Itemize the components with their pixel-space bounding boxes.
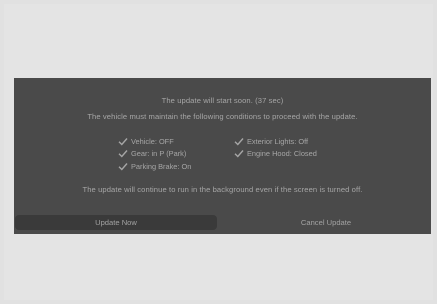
condition-engine-hood: Engine Hood: Closed xyxy=(234,149,317,158)
condition-label: Engine Hood: Closed xyxy=(247,149,317,158)
background-update-note: The update will continue to run in the b… xyxy=(82,185,363,194)
condition-vehicle: Vehicle: OFF xyxy=(118,137,174,146)
update-now-button[interactable]: Update Now xyxy=(15,215,217,230)
update-dialog: The update will start soon. (37 sec) The… xyxy=(14,78,431,234)
countdown-text: The update will start soon. (37 sec) xyxy=(161,96,284,105)
instructions-text: The vehicle must maintain the following … xyxy=(87,112,358,121)
check-icon xyxy=(234,149,244,158)
check-icon xyxy=(118,149,128,158)
condition-parking-brake: Parking Brake: On xyxy=(118,162,191,171)
check-icon xyxy=(118,162,128,171)
check-icon xyxy=(118,137,128,146)
condition-label: Parking Brake: On xyxy=(131,162,192,171)
check-icon xyxy=(234,137,244,146)
condition-gear: Gear: in P (Park) xyxy=(118,149,186,158)
cancel-update-button[interactable]: Cancel Update xyxy=(222,215,430,230)
condition-label: Exterior Lights: Off xyxy=(247,137,309,146)
condition-exterior-lights: Exterior Lights: Off xyxy=(234,137,308,146)
condition-label: Vehicle: OFF xyxy=(131,137,174,146)
condition-label: Gear: in P (Park) xyxy=(131,149,187,158)
